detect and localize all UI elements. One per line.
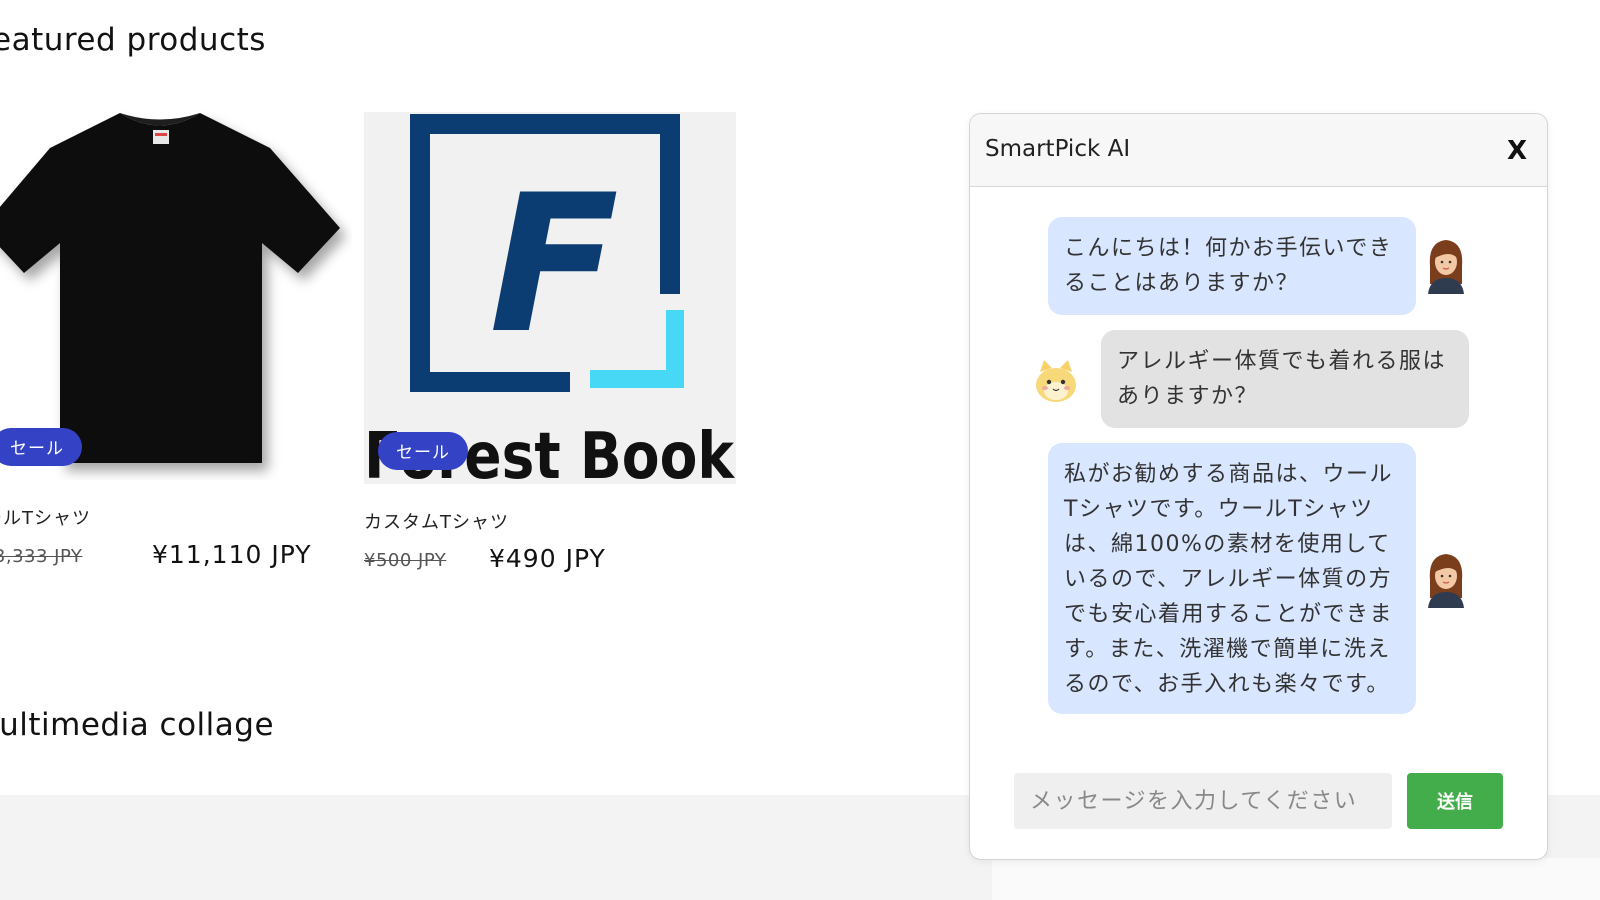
product-name[interactable]: ールTシャツ xyxy=(0,504,91,530)
product-image-custom-tshirt[interactable]: F Forest Book xyxy=(364,112,736,484)
message-input[interactable] xyxy=(1014,773,1392,829)
sale-badge: セール xyxy=(378,432,468,470)
sale-price: ¥11,110 JPY xyxy=(152,540,312,569)
cat-avatar-icon xyxy=(1036,360,1076,402)
collage-item xyxy=(992,858,1600,900)
ai-message: 私がお勧めする商品は、ウールTシャツです。ウールTシャツは、綿100%の素材を使… xyxy=(1048,443,1416,714)
featured-products-heading: eatured products xyxy=(0,22,266,58)
sale-price: ¥490 JPY xyxy=(489,544,606,573)
ai-message: こんにちは！何かお手伝いできることはありますか？ xyxy=(1048,217,1416,315)
user-message: アレルギー体質でも着れる服はありますか？ xyxy=(1101,330,1469,428)
logo-letter: F xyxy=(489,154,619,375)
regular-price: 333,333 JPY xyxy=(0,546,83,567)
chat-widget: SmartPick AI X こんにちは！何かお手伝いできることはありますか？ … xyxy=(969,113,1548,860)
product-name[interactable]: カスタムTシャツ xyxy=(364,508,509,534)
close-icon[interactable]: X xyxy=(1500,134,1534,168)
multimedia-collage-heading: lultimedia collage xyxy=(0,707,275,743)
sale-badge: セール xyxy=(0,428,82,466)
product-image-tshirt[interactable] xyxy=(0,108,352,480)
woman-avatar-icon xyxy=(1428,240,1464,294)
forest-book-logo-image: F Forest Book xyxy=(364,114,735,484)
chat-title: SmartPick AI xyxy=(985,136,1131,162)
regular-price: ¥500 JPY xyxy=(364,550,447,571)
send-button[interactable]: 送信 xyxy=(1407,773,1503,829)
chat-header: SmartPick AI X xyxy=(970,114,1547,187)
woman-avatar-icon xyxy=(1428,554,1464,608)
black-tshirt-image xyxy=(0,113,340,463)
